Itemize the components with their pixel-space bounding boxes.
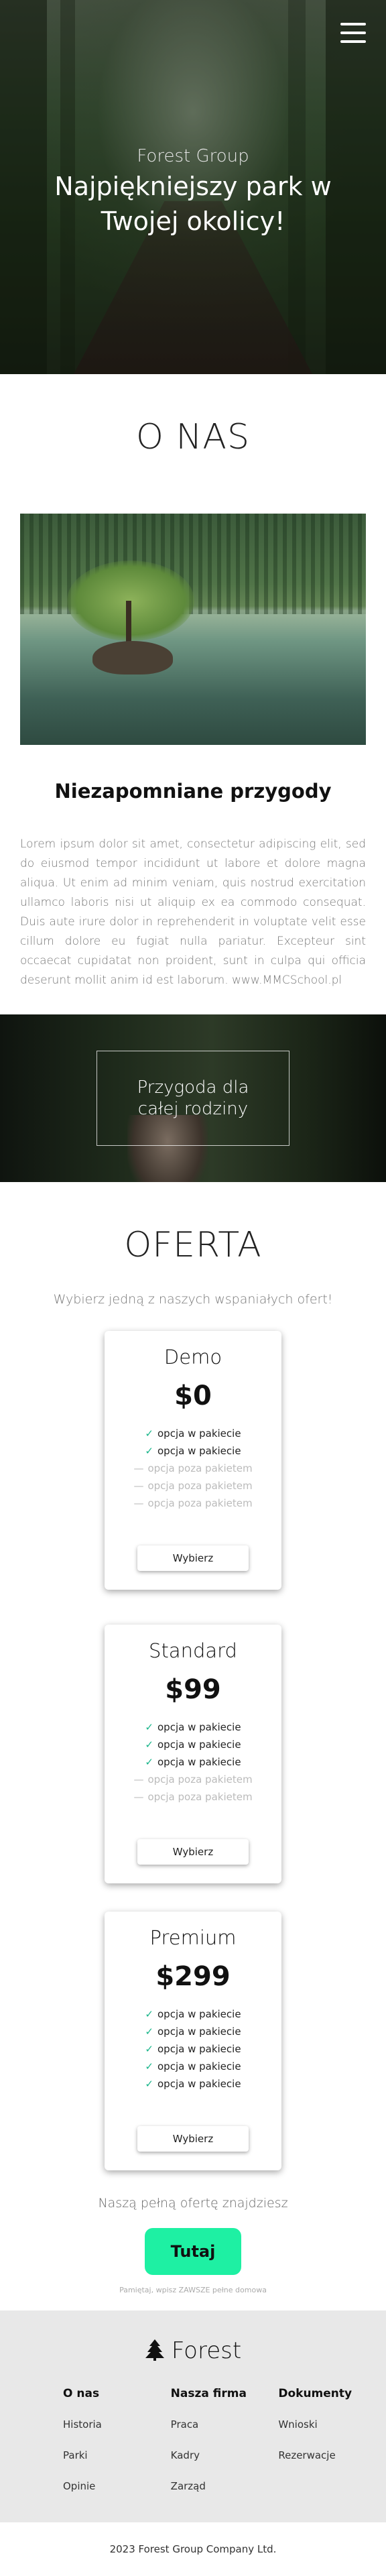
footer-column-title: Nasza firma xyxy=(170,2387,247,2400)
about-heading: Niezapomniane przygody xyxy=(54,780,332,803)
check-icon: ✓ xyxy=(145,2043,153,2055)
feature-label: opcja w pakiecie xyxy=(157,1739,241,1751)
tutaj-button[interactable]: Tutaj xyxy=(145,2228,241,2275)
plan-price: $0 xyxy=(174,1381,212,1411)
check-icon: ✓ xyxy=(145,1427,153,1440)
feature-label: opcja w pakiecie xyxy=(157,2008,241,2020)
dash-icon: — xyxy=(133,1497,144,1509)
footer-column: Dokumenty Wnioski Rezerwacje xyxy=(278,2387,386,2510)
plan-name: Demo xyxy=(164,1346,222,1368)
feature-label: opcja poza pakietem xyxy=(147,1480,253,1492)
feature-included: ✓ opcja w pakiecie xyxy=(105,2005,281,2023)
footer-column-title: Dokumenty xyxy=(278,2387,352,2400)
plan-price: $299 xyxy=(155,1961,231,1992)
feature-label: opcja w pakiecie xyxy=(157,1445,241,1457)
offer-remark: Pamiętaj, wpisz ZAWSZE pełne domowa xyxy=(119,2286,267,2294)
feature-included: ✓ opcja w pakiecie xyxy=(105,2058,281,2075)
feature-included: ✓ opcja w pakiecie xyxy=(105,2040,281,2058)
check-icon: ✓ xyxy=(145,1739,153,1751)
plan-name: Premium xyxy=(149,1926,237,1949)
footer-link[interactable]: Kadry xyxy=(171,2449,279,2462)
hero-section: Forest Group Najpiękniejszy park w Twoje… xyxy=(0,0,386,374)
feature-included: ✓ opcja w pakiecie xyxy=(105,1442,281,1460)
footer-column: Nasza firma Praca Kadry Zarząd xyxy=(171,2387,279,2510)
check-icon: ✓ xyxy=(145,2008,153,2020)
pricing-card-premium: Premium $299 ✓ opcja w pakiecie ✓ opcja w pak… xyxy=(105,1912,281,2170)
footer-link[interactable]: Zarząd xyxy=(171,2479,279,2493)
check-icon: ✓ xyxy=(145,1721,153,1733)
feature-excluded: — opcja poza pakietem xyxy=(105,1771,281,1788)
copyright: 2023 Forest Group Company Ltd. xyxy=(0,2522,386,2576)
choose-plan-button[interactable]: Wybierz xyxy=(137,1545,249,1571)
plan-name: Standard xyxy=(149,1639,237,1662)
feature-label: opcja poza pakietem xyxy=(147,1791,253,1803)
choose-plan-button[interactable]: Wybierz xyxy=(137,2126,249,2152)
feature-label: opcja w pakiecie xyxy=(157,2078,241,2090)
offer-subtitle: Wybierz jedną z naszych wspaniałych ofer… xyxy=(53,1292,333,1307)
feature-label: opcja poza pakietem xyxy=(147,1497,253,1509)
footer-column: O nas Historia Parki Opinie xyxy=(63,2387,171,2510)
plan-features: ✓ opcja w pakiecie ✓ opcja w pakiecie ✓ opcja… xyxy=(105,1718,281,1806)
hero-brand: Forest Group xyxy=(137,146,249,166)
about-text: Lorem ipsum dolor sit amet, consectetur … xyxy=(20,837,366,987)
footer-logo[interactable]: Forest xyxy=(0,2310,386,2364)
family-banner-line2: całej rodziny xyxy=(137,1099,249,1119)
hero-headline: Najpiękniejszy park w Twojej okolicy! xyxy=(54,172,332,236)
pine-tree-icon xyxy=(145,2339,164,2361)
family-banner-box: Przygoda dla całej rodziny xyxy=(96,1051,290,1146)
choose-plan-button[interactable]: Wybierz xyxy=(137,1839,249,1865)
full-offer-text: Naszą pełną ofertę znajdziesz xyxy=(98,2196,288,2211)
feature-label: opcja w pakiecie xyxy=(157,2060,241,2072)
plan-price: $99 xyxy=(165,1674,221,1705)
hamburger-menu-icon[interactable] xyxy=(340,23,366,43)
check-icon: ✓ xyxy=(145,2078,153,2090)
check-icon: ✓ xyxy=(145,2060,153,2072)
feature-label: opcja w pakiecie xyxy=(157,2043,241,2055)
offer-section: OFERTA Wybierz jedną z naszych wspaniały… xyxy=(0,1225,386,2294)
feature-included: ✓ opcja w pakiecie xyxy=(105,2075,281,2093)
dash-icon: — xyxy=(133,1791,144,1803)
check-icon: ✓ xyxy=(145,2026,153,2038)
feature-label: opcja w pakiecie xyxy=(157,1756,241,1768)
feature-excluded: — opcja poza pakietem xyxy=(105,1460,281,1477)
family-banner: Przygoda dla całej rodziny xyxy=(0,1014,386,1182)
footer-column-title: O nas xyxy=(63,2387,100,2400)
family-banner-line1: Przygoda dla xyxy=(137,1077,249,1098)
footer-link[interactable]: Historia xyxy=(63,2418,171,2431)
feature-label: opcja w pakiecie xyxy=(157,1721,241,1733)
lake-island-image xyxy=(20,514,366,745)
pricing-card-demo: Demo $0 ✓ opcja w pakiecie ✓ opcja w pakiecie… xyxy=(105,1331,281,1590)
footer-link[interactable]: Rezerwacje xyxy=(278,2449,386,2462)
footer-logo-text: Forest xyxy=(171,2337,242,2364)
feature-included: ✓ opcja w pakiecie xyxy=(105,1753,281,1771)
about-title: O NAS xyxy=(136,417,250,457)
footer-link[interactable]: Praca xyxy=(171,2418,279,2431)
pricing-card-standard: Standard $99 ✓ opcja w pakiecie ✓ opcja w pak… xyxy=(105,1625,281,1883)
feature-label: opcja w pakiecie xyxy=(157,2026,241,2038)
footer-link[interactable]: Wnioski xyxy=(278,2418,386,2431)
feature-included: ✓ opcja w pakiecie xyxy=(105,2023,281,2040)
plan-features: ✓ opcja w pakiecie ✓ opcja w pakiecie — opcja… xyxy=(105,1425,281,1512)
feature-label: opcja poza pakietem xyxy=(147,1462,253,1474)
footer-link[interactable]: Parki xyxy=(63,2449,171,2462)
footer-link[interactable]: Opinie xyxy=(63,2479,171,2493)
feature-excluded: — opcja poza pakietem xyxy=(105,1788,281,1806)
check-icon: ✓ xyxy=(145,1445,153,1457)
about-section: O NAS Niezapomniane przygody Lorem ipsum… xyxy=(0,417,386,990)
dash-icon: — xyxy=(133,1773,144,1785)
offer-title: OFERTA xyxy=(124,1225,262,1265)
feature-label: opcja w pakiecie xyxy=(157,1427,241,1440)
feature-excluded: — opcja poza pakietem xyxy=(105,1495,281,1512)
feature-included: ✓ opcja w pakiecie xyxy=(105,1718,281,1736)
footer-columns: O nas Historia Parki Opinie Nasza firma Praca… xyxy=(0,2387,386,2510)
dash-icon: — xyxy=(133,1462,144,1474)
feature-included: ✓ opcja w pakiecie xyxy=(105,1736,281,1753)
feature-included: ✓ opcja w pakiecie xyxy=(105,1425,281,1442)
check-icon: ✓ xyxy=(145,1756,153,1768)
feature-label: opcja poza pakietem xyxy=(147,1773,253,1785)
feature-excluded: — opcja poza pakietem xyxy=(105,1477,281,1495)
footer: Forest O nas Historia Parki Opinie Nasza fir… xyxy=(0,2310,386,2522)
dash-icon: — xyxy=(133,1480,144,1492)
plan-features: ✓ opcja w pakiecie ✓ opcja w pakiecie ✓ opcja… xyxy=(105,2005,281,2093)
